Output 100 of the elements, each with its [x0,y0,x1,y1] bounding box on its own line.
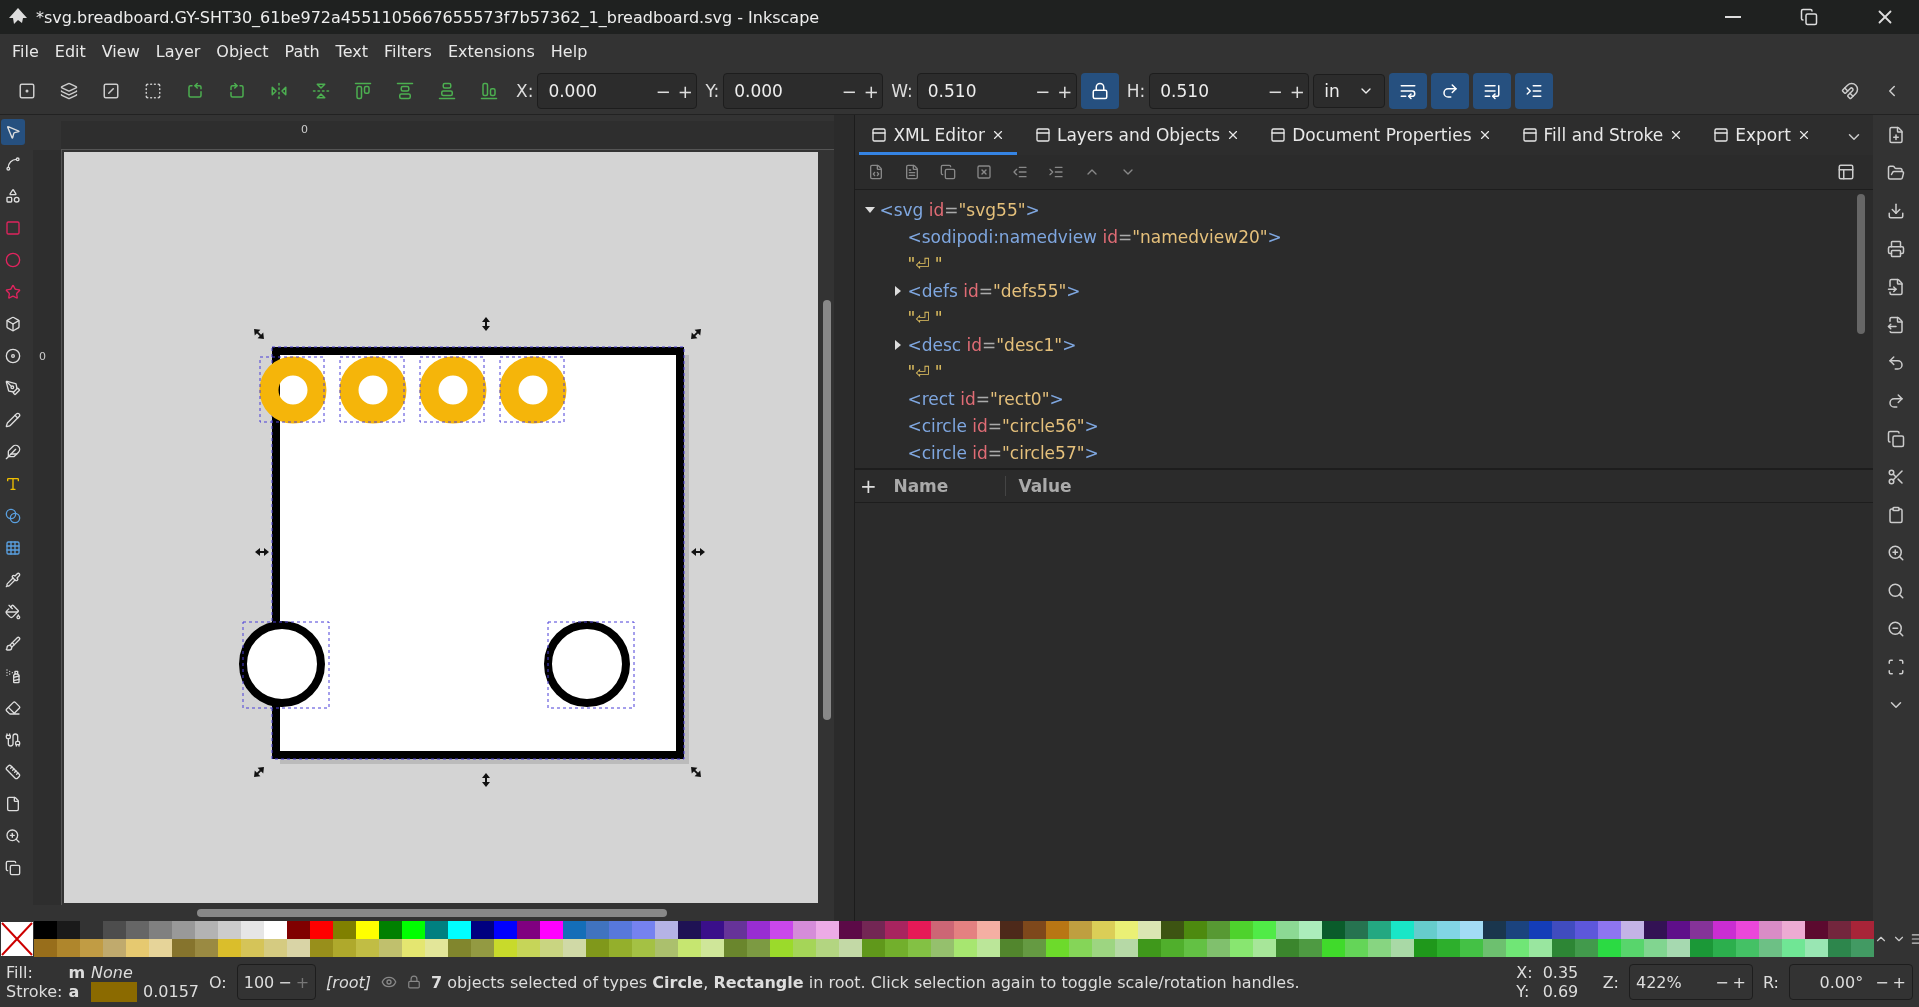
opacity-field[interactable]: 100 − + [236,964,317,1000]
export-icon [1886,316,1905,334]
increment-button[interactable]: + [674,80,697,102]
zoom-field[interactable]: 422% − + [1629,964,1753,1000]
import-icon [1886,278,1905,296]
color-palette-drawing[interactable] [34,921,1874,957]
menu-item[interactable]: Object [208,41,277,61]
duplicate-icon [940,164,957,180]
visibility-icon [381,974,397,990]
dropper-icon [5,572,22,588]
shapes-icon [5,188,22,204]
menu-item[interactable]: Text [327,41,376,61]
scale-handles[interactable] [253,317,705,787]
xml-text-node[interactable]: "⏎ " [907,253,943,274]
pad-ring[interactable] [259,356,327,424]
decrement-button[interactable]: − [652,80,675,102]
layers-icon [60,82,78,100]
menu-item[interactable]: Edit [46,41,94,61]
add-attribute-button[interactable]: + [855,472,882,500]
hole-circle[interactable] [543,621,635,709]
spray-icon [5,668,22,684]
scale-option-button[interactable] [1431,73,1470,109]
unindent-icon [1012,164,1029,180]
undo-icon [1886,354,1905,372]
xml-element-node[interactable]: <circle id="circle56"> [907,415,1099,436]
square-icon [5,220,22,236]
xml-element-node[interactable]: <rect id="rect0"> [907,388,1064,409]
menu-item[interactable]: Path [276,41,328,61]
deselect-icon [102,82,120,100]
menu-item[interactable]: Filters [375,41,440,61]
cube-icon [5,316,22,332]
rotate-right-icon [228,82,246,100]
number-field[interactable]: 0.510 − + [1149,73,1310,109]
panel-tab[interactable]: Export [1701,117,1823,155]
hole-circle[interactable] [238,621,330,709]
xml-element-node[interactable]: <svg id="svg55"> [879,199,1040,220]
rotation-field[interactable]: 0.00° − + [1789,964,1913,1000]
stroke-width[interactable]: 0.0157 [143,982,200,1001]
unit-dropdown[interactable]: in [1313,74,1386,108]
menu-item[interactable]: Help [542,41,596,61]
layout-icon [1836,163,1855,181]
xml-text-node[interactable]: "⏎ " [907,361,943,382]
scale-option-button[interactable] [1389,73,1428,109]
pointer-icon [5,124,22,140]
panel-tab[interactable]: Fill and Stroke [1509,117,1696,155]
tool-button[interactable] [1,119,26,145]
decrement-button[interactable]: − [1264,80,1287,102]
xml-text-node[interactable]: "⏎ " [907,307,943,328]
increment-button[interactable]: + [860,80,883,102]
no-paint-swatch[interactable] [0,921,34,957]
menu-item[interactable]: File [4,41,47,61]
lock-button[interactable] [1080,73,1119,109]
move-patterns-icon [1525,82,1544,100]
zoom-label: Z: [1602,972,1619,992]
scale-option-button[interactable] [1473,73,1512,109]
rotate-left-icon [186,82,204,100]
select-all-icon [18,82,36,100]
xml-element-node[interactable]: <sodipodi:namedview id="namedview20"> [907,226,1282,247]
opacity-label: O: [209,972,227,992]
panel-tab[interactable]: Layers and Objects [1022,117,1253,155]
menu-item[interactable]: Layer [147,41,209,61]
paste-icon [1886,506,1905,524]
panel-tab[interactable]: XML Editor [859,117,1017,155]
canvas[interactable] [63,152,819,903]
xml-element-node[interactable]: <defs id="defs55"> [907,280,1081,301]
window-title: *svg.breadboard.GY-SHT30_61be972a4551105667655573f7b57362_1_breadboard.svg - Inkscape [36,7,821,27]
stroke-swatch[interactable] [91,981,138,1002]
rotation-label: R: [1763,972,1779,992]
increment-button[interactable]: + [1286,80,1309,102]
zoom-out-icon [1886,620,1905,638]
decrement-button[interactable]: − [838,80,861,102]
raise-icon [396,82,414,100]
lower-bottom-icon [480,82,498,100]
new-text-node-icon [904,164,921,180]
lock-icon [407,975,421,989]
increment-button[interactable]: + [1053,80,1076,102]
page-icon [5,796,22,812]
text-icon [5,476,22,492]
panel-tab[interactable]: Document Properties [1258,117,1504,155]
scrollbar-thumb[interactable] [823,300,832,720]
move-gradients-icon [1483,82,1502,100]
connector-icon [5,732,22,748]
number-field[interactable]: 0.000 − + [537,73,698,109]
fill-value[interactable]: None [91,962,138,982]
panel-icon [1713,126,1730,143]
decrement-button[interactable]: − [1031,80,1054,102]
menu-item[interactable]: View [93,41,148,61]
layer-name[interactable]: [root] [326,972,371,992]
cursor-y-value: 0.69 [1542,982,1580,1001]
number-field[interactable]: 0.510 − + [916,73,1077,109]
scrollbar-thumb[interactable] [1856,194,1865,334]
number-field[interactable]: 0.000 − + [723,73,884,109]
delete-node-icon [976,164,993,180]
menu-item[interactable]: Extensions [439,41,543,61]
snap-icon [1841,82,1859,100]
scrollbar-thumb[interactable] [196,909,667,917]
scale-option-button[interactable] [1515,73,1554,109]
xml-element-node[interactable]: <circle id="circle57"> [907,442,1099,463]
search-icon [1886,582,1905,600]
xml-element-node[interactable]: <desc id="desc1"> [907,334,1077,355]
